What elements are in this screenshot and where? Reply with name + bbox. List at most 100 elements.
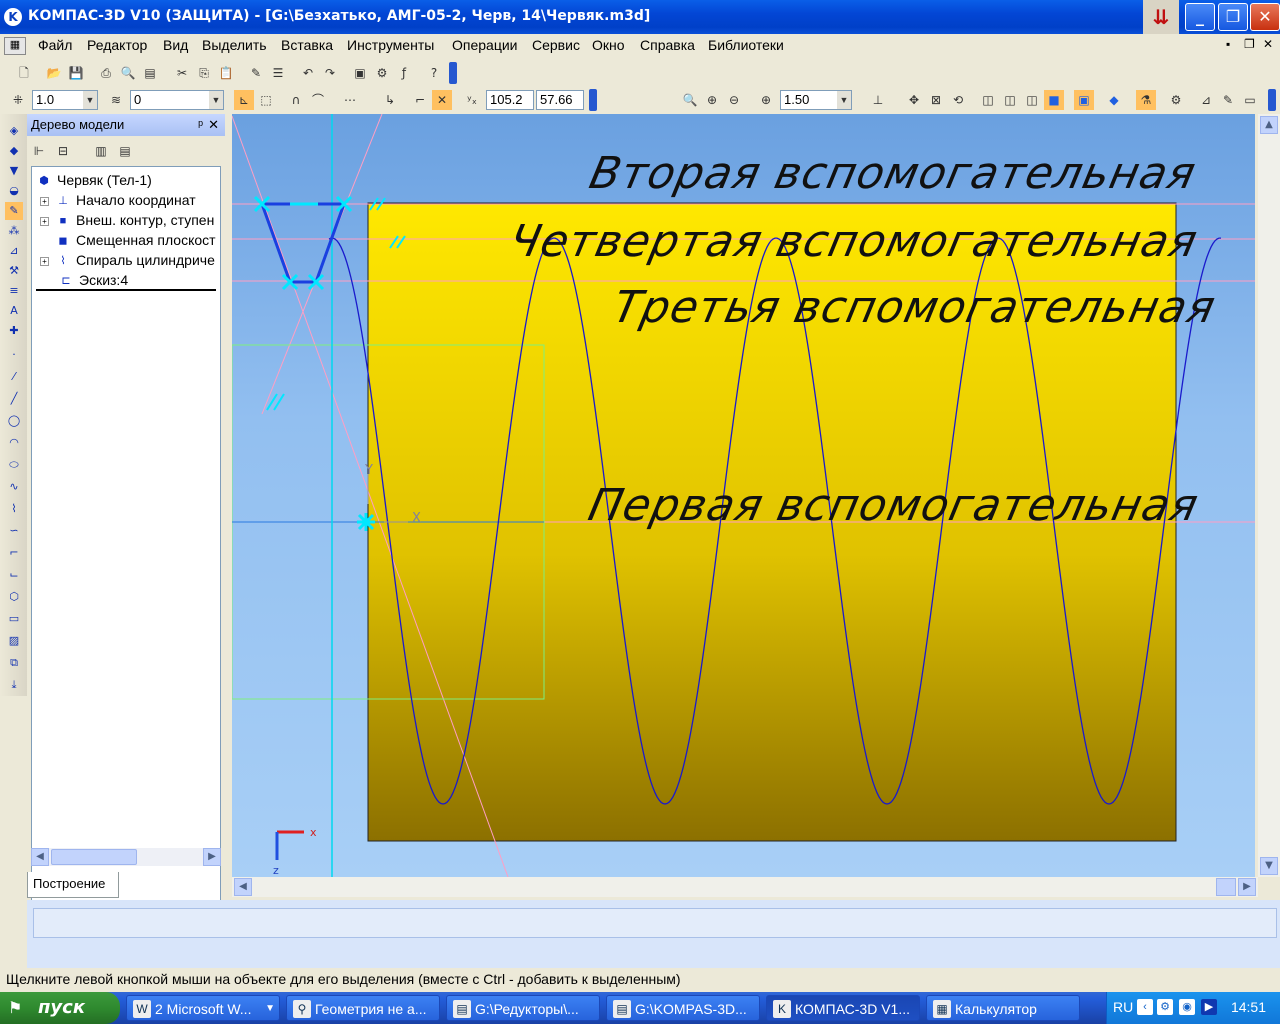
expand-icon[interactable]: +	[40, 256, 49, 266]
zoom-dropdown-icon[interactable]: ▼	[837, 91, 851, 109]
menu-file[interactable]: Файл	[38, 37, 72, 53]
hidden-lines-icon[interactable]: ◫	[1000, 90, 1020, 110]
filter-icon[interactable]: ⚗	[1136, 90, 1156, 110]
undo-icon[interactable]: ↶	[298, 63, 318, 83]
task-kompas-folder[interactable]: ▤ G:\KOMPAS-3D...	[606, 995, 760, 1021]
circle-icon[interactable]: ◯	[5, 412, 23, 430]
doc-minimize-icon[interactable]: ▪	[1226, 37, 1230, 51]
filter-tool-icon[interactable]: ▼	[5, 162, 23, 180]
scroll-thumb[interactable]	[1216, 878, 1236, 896]
close-panel-icon[interactable]: ✕	[208, 114, 219, 136]
y-coordinate-field[interactable]: 57.66	[536, 90, 584, 110]
manager-view-icon[interactable]: ⚙	[1166, 90, 1186, 110]
model-canvas[interactable]: Y X x z Вторая вспомогательная Четвертая…	[232, 114, 1255, 877]
collect-icon[interactable]: ⤓	[5, 676, 23, 694]
tree-item-sketch[interactable]: ⊏ Эскиз:4	[58, 271, 214, 289]
paste-icon[interactable]: 📋	[216, 63, 236, 83]
polygon-icon[interactable]: ⬡	[5, 588, 23, 606]
tree-report-icon[interactable]: ▤	[115, 141, 135, 161]
tree-mode-icon[interactable]: ⊟	[53, 141, 73, 161]
x-coordinate-field[interactable]: 105.2	[486, 90, 534, 110]
step-dropdown-icon[interactable]: ▼	[83, 91, 97, 109]
tree-structure-icon[interactable]: ⊩	[29, 141, 49, 161]
tree-root[interactable]: ⬢ Червяк (Тел-1)	[36, 171, 152, 189]
scroll-left-icon[interactable]: ◀	[31, 848, 49, 866]
spec-icon[interactable]: ≡	[5, 282, 23, 300]
tree-props-icon[interactable]: ▥	[91, 141, 111, 161]
spline-icon[interactable]: ∿	[5, 478, 23, 496]
aux-line-icon[interactable]: ⁄	[5, 368, 23, 386]
kompas-expand-icon[interactable]: ⇊	[1143, 0, 1179, 34]
minimize-button[interactable]: _	[1185, 3, 1215, 31]
open-icon[interactable]: 📂	[44, 63, 64, 83]
menu-operations[interactable]: Операции	[452, 37, 518, 53]
task-geometry[interactable]: ⚲ Геометрия не а...	[286, 995, 440, 1021]
ellipse-icon[interactable]: ⬭	[5, 456, 23, 474]
layer-field[interactable]: 0 ▼	[130, 90, 224, 110]
task-group-arrow-icon[interactable]: ▼	[265, 996, 275, 1020]
variables-icon[interactable]: ƒ	[394, 63, 414, 83]
tree-horizontal-scrollbar[interactable]: ◀ ▶	[31, 848, 221, 866]
language-indicator[interactable]: RU	[1113, 999, 1133, 1015]
step-field[interactable]: 1.0 ▼	[32, 90, 98, 110]
redo-icon[interactable]: ↷	[320, 63, 340, 83]
hatch-icon[interactable]: ▨	[5, 632, 23, 650]
viewport-vertical-scrollbar[interactable]: ▲ ▼	[1258, 114, 1280, 877]
network-icon[interactable]: ⚙	[1157, 999, 1173, 1015]
menu-libraries[interactable]: Библиотеки	[708, 37, 784, 53]
text-icon[interactable]: A	[5, 302, 23, 320]
toolbar-grip[interactable]	[589, 89, 597, 111]
menu-insert[interactable]: Вставка	[281, 37, 333, 53]
rectangle-icon[interactable]: ▭	[5, 610, 23, 628]
menu-help[interactable]: Справка	[640, 37, 695, 53]
properties-icon[interactable]: ▤	[140, 63, 160, 83]
layer-dropdown-icon[interactable]: ▼	[209, 91, 223, 109]
local-cs-icon[interactable]: ⬚	[256, 90, 276, 110]
scroll-left-icon[interactable]: ◀	[234, 878, 252, 896]
tree-item-origin[interactable]: + ⊥ Начало координат	[40, 191, 196, 209]
aux-geometry-icon[interactable]: ◆	[5, 142, 23, 160]
grid-icon[interactable]: ⋯	[340, 90, 360, 110]
task-word[interactable]: W2 Microsoft W... ▼	[126, 995, 280, 1021]
task-calculator[interactable]: ▦ Калькулятор	[926, 995, 1080, 1021]
new-icon[interactable]: 🗋	[14, 63, 34, 83]
dimensions-icon[interactable]: ⊿	[5, 242, 23, 260]
document-menu-icon[interactable]: ▦	[4, 37, 26, 55]
doc-close-icon[interactable]: ✕	[1263, 37, 1273, 51]
zoom-field[interactable]: 1.50 ▼	[780, 90, 852, 110]
library-icon[interactable]: ⚙	[372, 63, 392, 83]
show-all-icon[interactable]: ⊠	[926, 90, 946, 110]
pan-icon[interactable]: ✥	[904, 90, 924, 110]
ortho-icon[interactable]: ⊾	[234, 90, 254, 110]
scroll-down-icon[interactable]: ▼	[1260, 857, 1278, 875]
snap-settings-icon[interactable]: ⌒	[308, 90, 328, 110]
monitor-icon[interactable]: ▭	[1240, 90, 1260, 110]
measure-tool-icon[interactable]: ⚒	[5, 262, 23, 280]
expand-icon[interactable]: +	[40, 216, 49, 226]
layer-icon[interactable]: ≋	[106, 90, 126, 110]
cursor-icon[interactable]: ✕	[432, 90, 452, 110]
arrays-icon[interactable]: ⁂	[5, 222, 23, 240]
surfaces-icon[interactable]: ◒	[5, 182, 23, 200]
toolbar-grip[interactable]	[1268, 89, 1276, 111]
scroll-right-icon[interactable]: ▶	[203, 848, 221, 866]
measure-icon[interactable]: ⊿	[1196, 90, 1216, 110]
arc-icon[interactable]: ◠	[5, 434, 23, 452]
thin-lines-icon[interactable]: ◫	[1022, 90, 1042, 110]
shaded-icon[interactable]: ■	[1044, 90, 1064, 110]
wireframe-icon[interactable]: ◫	[978, 90, 998, 110]
help-icon[interactable]: ?	[424, 63, 444, 83]
polyline-icon[interactable]: ⌇	[5, 500, 23, 518]
expand-icon[interactable]: +	[40, 196, 49, 206]
menu-tools[interactable]: Инструменты	[347, 37, 434, 53]
preview-icon[interactable]: 🔍	[118, 63, 138, 83]
maximize-button[interactable]: ❐	[1218, 3, 1248, 31]
cs-icon[interactable]: ↳	[380, 90, 400, 110]
perspective-icon[interactable]: ◆	[1104, 90, 1124, 110]
segment-icon[interactable]: ╱	[5, 390, 23, 408]
round-icon[interactable]: ⌐	[410, 90, 430, 110]
zoom-window-icon[interactable]: 🔍	[680, 90, 700, 110]
scroll-right-icon[interactable]: ▶	[1238, 878, 1256, 896]
close-button[interactable]: ✕	[1250, 3, 1280, 31]
task-reductors-folder[interactable]: ▤ G:\Редукторы\...	[446, 995, 600, 1021]
